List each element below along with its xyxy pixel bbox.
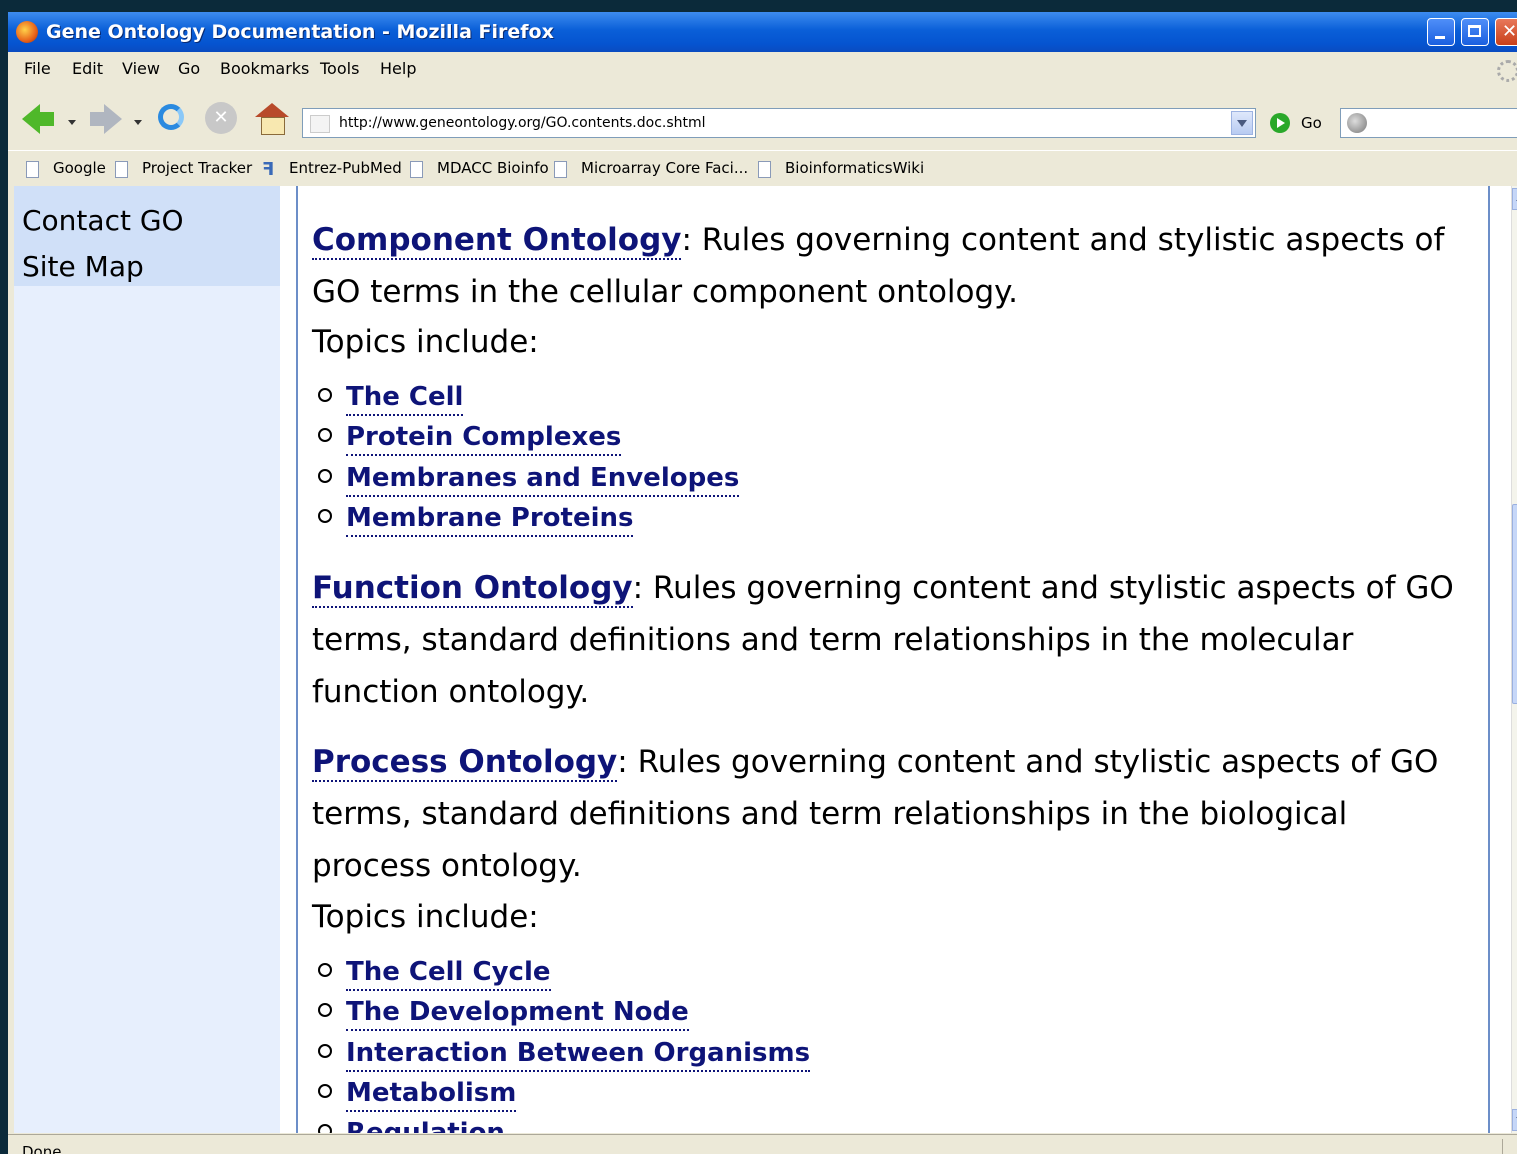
close-button[interactable] [1495,18,1517,46]
url-text[interactable]: http://www.geneontology.org/GO.contents.… [339,115,706,131]
vertical-scrollbar[interactable] [1511,186,1517,1133]
main-content: Component Ontology: Rules governing cont… [296,186,1490,1133]
topic-link-interaction-between-organisms[interactable]: Interaction Between Organisms [318,1038,811,1072]
site-favicon-icon [310,115,330,133]
go-button[interactable]: Go [1266,108,1336,138]
menu-bar: File Edit View Go Bookmarks Tools Help [8,54,1517,84]
url-history-dropdown[interactable] [1231,111,1253,135]
minimize-button[interactable] [1427,18,1455,46]
page-icon [410,161,423,178]
address-bar[interactable]: http://www.geneontology.org/GO.contents.… [302,108,1256,138]
window-title: Gene Ontology Documentation - Mozilla Fi… [46,21,554,43]
resize-grip[interactable] [1502,1139,1517,1154]
function-ontology-link[interactable]: Function Ontology [312,570,633,608]
page-icon [26,161,39,178]
go-label: Go [1301,114,1322,132]
topic-link-regulation[interactable]: Regulation [318,1118,505,1133]
back-button[interactable] [20,100,58,138]
function-ontology-section: Function Ontology: Rules governing conte… [312,562,1472,718]
process-topics-intro: Topics include: [312,899,539,935]
throbber-icon [1497,60,1517,82]
entrez-icon: ꟻ [262,159,275,180]
topic-link-metabolism[interactable]: Metabolism [318,1078,517,1112]
scroll-down-button[interactable] [1512,1109,1517,1131]
menu-tools[interactable]: Tools [320,59,359,78]
topic-link-protein-complexes[interactable]: Protein Complexes [318,422,622,456]
menu-edit[interactable]: Edit [72,59,103,78]
go-arrow-icon [1270,113,1290,133]
forward-button[interactable] [88,100,126,138]
stop-button[interactable] [203,100,241,138]
menu-bookmarks[interactable]: Bookmarks [220,59,309,78]
topic-link-the-development-node[interactable]: The Development Node [318,997,689,1031]
process-ontology-section: Process Ontology: Rules governing conten… [312,736,1472,892]
title-bar: Gene Ontology Documentation - Mozilla Fi… [8,12,1517,52]
forward-history-dropdown-icon[interactable] [134,120,142,125]
search-box[interactable] [1340,108,1517,138]
component-topics-intro: Topics include: [312,324,539,360]
back-history-dropdown-icon[interactable] [68,120,76,125]
page-icon [554,161,567,178]
page-icon [115,161,128,178]
scroll-thumb[interactable] [1512,504,1517,704]
menu-file[interactable]: File [24,59,51,78]
sidebar-link-contact-go[interactable]: Contact GO [22,204,184,237]
search-engine-icon[interactable] [1347,113,1367,133]
firefox-icon [16,21,38,43]
sidebar: Contact GO Site Map [14,186,280,1133]
home-button[interactable] [254,100,292,138]
status-text: Done [22,1143,62,1154]
scroll-up-button[interactable] [1512,188,1517,210]
navigation-toolbar: http://www.geneontology.org/GO.contents.… [8,86,1517,150]
topic-link-membrane-proteins[interactable]: Membrane Proteins [318,503,634,537]
topic-link-membranes-and-envelopes[interactable]: Membranes and Envelopes [318,463,740,497]
topic-link-the-cell-cycle[interactable]: The Cell Cycle [318,957,551,991]
menu-view[interactable]: View [122,59,160,78]
menu-go[interactable]: Go [178,59,200,78]
component-ontology-section: Component Ontology: Rules governing cont… [312,214,1472,318]
maximize-button[interactable] [1461,18,1489,46]
sidebar-link-site-map[interactable]: Site Map [22,250,144,283]
process-ontology-link[interactable]: Process Ontology [312,744,618,782]
status-bar: Done [8,1134,1517,1154]
page-icon [758,161,771,178]
reload-button[interactable] [154,100,192,138]
bookmarks-toolbar: Google Project Tracker ꟻ Entrez-PubMed M… [8,150,1517,185]
topic-link-the-cell[interactable]: The Cell [318,382,464,416]
component-ontology-link[interactable]: Component Ontology [312,222,682,260]
page-viewport: Contact GO Site Map Component Ontology: … [14,186,1517,1133]
browser-window: Gene Ontology Documentation - Mozilla Fi… [8,12,1517,1154]
menu-help[interactable]: Help [380,59,416,78]
